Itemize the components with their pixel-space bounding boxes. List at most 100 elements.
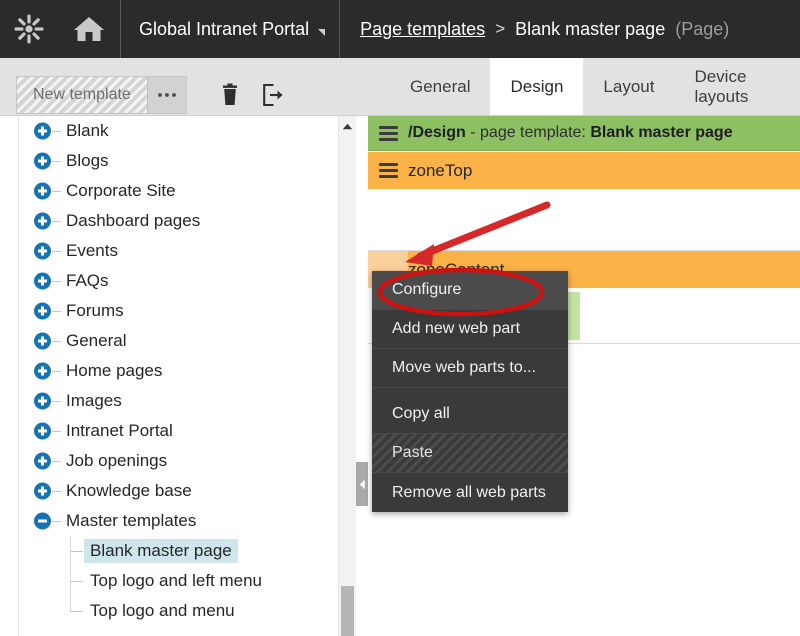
tab-layout-label: Layout bbox=[603, 77, 654, 97]
menu-item-configure-label: Configure bbox=[392, 281, 461, 299]
tree-node[interactable]: Job openings bbox=[0, 446, 336, 476]
menu-item-add-new-web-part-label: Add new web part bbox=[392, 320, 520, 338]
site-name-label: Global Intranet Portal bbox=[139, 19, 309, 40]
menu-item-add-new-web-part[interactable]: Add new web part bbox=[372, 310, 568, 349]
tree-node-label: Intranet Portal bbox=[66, 421, 173, 441]
tree-expand-icon[interactable] bbox=[34, 243, 51, 260]
tree-connector bbox=[52, 521, 61, 522]
tree-expand-icon[interactable] bbox=[34, 153, 51, 170]
tree-scrollbar[interactable] bbox=[338, 116, 356, 636]
tree-node[interactable]: Blogs bbox=[0, 146, 336, 176]
design-header-middle: - page template: bbox=[466, 124, 591, 141]
tree-node[interactable]: Top logo and menu bbox=[0, 596, 336, 626]
section-tabs: General Design Layout Device layouts bbox=[390, 58, 800, 115]
tree-node[interactable]: Master templates bbox=[0, 506, 336, 536]
tree-connector bbox=[52, 251, 61, 252]
tree-node[interactable]: Corporate Site bbox=[0, 176, 336, 206]
kentico-asterisk-icon[interactable] bbox=[0, 0, 58, 58]
tab-device-layouts[interactable]: Device layouts bbox=[674, 58, 800, 115]
tree-expand-icon[interactable] bbox=[34, 333, 51, 350]
tree-node-label: General bbox=[66, 331, 126, 351]
tree-expand-icon[interactable] bbox=[34, 483, 51, 500]
tree-node[interactable]: Images bbox=[0, 386, 336, 416]
menu-item-move-web-parts-to[interactable]: Move web parts to... bbox=[372, 349, 568, 388]
zone-context-menu: Configure Add new web part Move web part… bbox=[372, 271, 568, 512]
tree-scrollbar-thumb[interactable] bbox=[341, 586, 354, 636]
tree-node[interactable]: Forums bbox=[0, 296, 336, 326]
trash-icon[interactable] bbox=[215, 80, 245, 110]
menu-item-copy-all[interactable]: Copy all bbox=[372, 395, 568, 434]
scroll-up-arrow-icon[interactable] bbox=[339, 118, 356, 134]
tree-connector bbox=[52, 431, 61, 432]
tree-collapse-icon[interactable] bbox=[34, 513, 51, 530]
tree-node-label: FAQs bbox=[66, 271, 109, 291]
tree-node-label: Events bbox=[66, 241, 118, 261]
breadcrumb-separator: > bbox=[495, 19, 505, 39]
tree-expand-icon[interactable] bbox=[34, 363, 51, 380]
tree-connector bbox=[52, 131, 61, 132]
tree-node[interactable]: Events bbox=[0, 236, 336, 266]
tab-layout[interactable]: Layout bbox=[583, 58, 674, 115]
tree-expand-icon[interactable] bbox=[34, 423, 51, 440]
new-template-split-button[interactable]: New template bbox=[16, 76, 187, 114]
hamburger-menu-icon-zonetop[interactable] bbox=[368, 163, 408, 178]
tree-connector bbox=[52, 221, 61, 222]
page-template-tree: Blank Blogs Corporate Site Dashboard pages E… bbox=[0, 116, 356, 636]
tree-node-label: Blank bbox=[66, 121, 109, 141]
tree-node[interactable]: Top logo and left menu bbox=[0, 566, 336, 596]
zone-name-zonetop: zoneTop bbox=[408, 161, 472, 181]
tree-expand-icon[interactable] bbox=[34, 183, 51, 200]
tree-node[interactable]: Home pages bbox=[0, 356, 336, 386]
ellipsis-icon[interactable] bbox=[147, 77, 186, 113]
tree-node[interactable]: Blank bbox=[0, 116, 336, 146]
tree-expand-icon[interactable] bbox=[34, 273, 51, 290]
menu-item-paste-label: Paste bbox=[392, 444, 433, 462]
menu-item-configure[interactable]: Configure bbox=[372, 271, 568, 310]
menu-item-copy-all-label: Copy all bbox=[392, 405, 450, 423]
collapse-left-arrow-icon[interactable] bbox=[356, 462, 368, 506]
breadcrumb-parent-link[interactable]: Page templates bbox=[360, 19, 485, 40]
corner-triangle-icon bbox=[318, 29, 325, 36]
hamburger-menu-icon-template[interactable] bbox=[368, 126, 408, 141]
tree-node[interactable]: Blank master page bbox=[0, 536, 336, 566]
tree-node-label: Blogs bbox=[66, 151, 109, 171]
tree-node-label: Master templates bbox=[66, 511, 196, 531]
tree-node[interactable]: Intranet Portal bbox=[0, 416, 336, 446]
tree-connector bbox=[52, 281, 61, 282]
tree-connector bbox=[52, 461, 61, 462]
design-template-name: Blank master page bbox=[590, 124, 732, 141]
menu-item-remove-all-web-parts-label: Remove all web parts bbox=[392, 484, 546, 502]
tab-general[interactable]: General bbox=[390, 58, 490, 115]
tree-node[interactable]: FAQs bbox=[0, 266, 336, 296]
export-icon[interactable] bbox=[258, 80, 288, 110]
breadcrumb-current: Blank master page bbox=[515, 19, 665, 40]
tree-expand-icon[interactable] bbox=[34, 123, 51, 140]
tree-connector bbox=[52, 191, 61, 192]
breadcrumb: Page templates > Blank master page (Page… bbox=[340, 0, 729, 58]
tree-node-label: Blank master page bbox=[84, 539, 238, 563]
site-selector[interactable]: Global Intranet Portal bbox=[121, 0, 339, 58]
tree-node-label: Corporate Site bbox=[66, 181, 176, 201]
tree-node[interactable]: Dashboard pages bbox=[0, 206, 336, 236]
tree-expand-icon[interactable] bbox=[34, 453, 51, 470]
tree-node-label: Images bbox=[66, 391, 122, 411]
tree-expand-icon[interactable] bbox=[34, 303, 51, 320]
tree-connector bbox=[52, 491, 61, 492]
menu-item-paste[interactable]: Paste bbox=[372, 434, 568, 473]
tree-expand-icon[interactable] bbox=[34, 213, 51, 230]
tree-connector bbox=[52, 371, 61, 372]
zone-body-zonetop[interactable] bbox=[368, 189, 800, 251]
tree-child-guide-line bbox=[70, 536, 71, 611]
tree-leaf-connector bbox=[70, 551, 83, 552]
home-icon[interactable] bbox=[58, 0, 120, 58]
breadcrumb-type: (Page) bbox=[675, 19, 729, 40]
tree-node-label: Top logo and left menu bbox=[90, 571, 262, 591]
tree-node[interactable]: Knowledge base bbox=[0, 476, 336, 506]
new-template-button[interactable]: New template bbox=[17, 77, 147, 113]
tree-node-list: Blank Blogs Corporate Site Dashboard pages E… bbox=[0, 116, 336, 626]
tab-design[interactable]: Design bbox=[490, 58, 583, 115]
tree-node[interactable]: General bbox=[0, 326, 336, 356]
menu-item-remove-all-web-parts[interactable]: Remove all web parts bbox=[372, 473, 568, 512]
tree-connector bbox=[52, 401, 61, 402]
tree-expand-icon[interactable] bbox=[34, 393, 51, 410]
